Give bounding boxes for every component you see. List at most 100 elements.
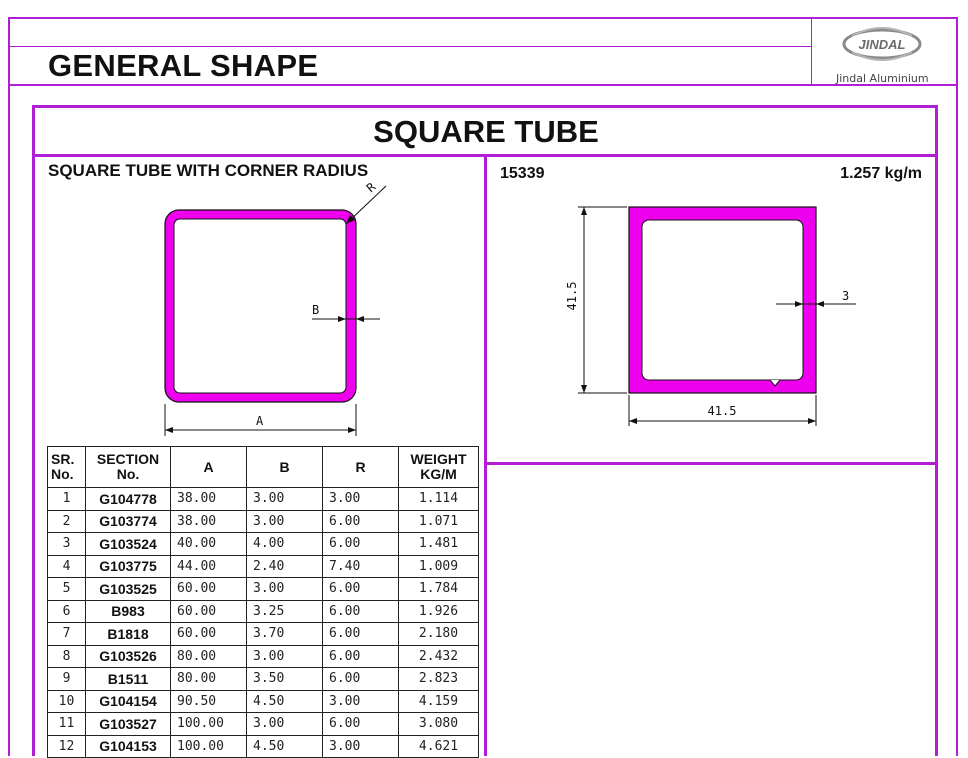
table-row: 1 G104778 38.00 3.00 3.00 1.114 <box>47 487 479 511</box>
table-row: 6 B983 60.00 3.25 6.00 1.926 <box>47 599 479 623</box>
table-cell-w: 2.432 <box>398 644 479 668</box>
table-cell-w: 1.009 <box>398 554 479 578</box>
table-cell-a: 60.00 <box>170 577 247 601</box>
table-cell-r: 6.00 <box>322 667 399 691</box>
table-cell-a: 90.50 <box>170 689 247 713</box>
table-cell-section: G103775 <box>85 554 171 578</box>
table-cell-sr: 1 <box>47 487 86 511</box>
table-cell-section: G103524 <box>85 532 171 556</box>
table-cell-section: B983 <box>85 599 171 623</box>
table-row: 4 G103775 44.00 2.40 7.40 1.009 <box>47 554 479 578</box>
table-cell-section: G104778 <box>85 487 171 511</box>
table-cell-sr: 11 <box>47 712 86 736</box>
table-cell-section: B1511 <box>85 667 171 691</box>
table-cell-w: 1.481 <box>398 532 479 556</box>
col-header-section-line2: No. <box>116 466 140 482</box>
table-cell-section: G103527 <box>85 712 171 736</box>
table-row: 3 G103524 40.00 4.00 6.00 1.481 <box>47 532 479 556</box>
table-cell-r: 6.00 <box>322 622 399 646</box>
table-cell-w: 2.180 <box>398 622 479 646</box>
table-row: 2 G103774 38.00 3.00 6.00 1.071 <box>47 509 479 533</box>
table-cell-sr: 7 <box>47 622 86 646</box>
table-cell-a: 60.00 <box>170 622 247 646</box>
table-cell-r: 3.00 <box>322 487 399 511</box>
table-row: 12 G104153 100.00 4.50 3.00 4.621 <box>47 734 479 758</box>
table-cell-section: G104154 <box>85 689 171 713</box>
col-header-weight-line1: WEIGHT <box>410 451 467 467</box>
table-cell-sr: 8 <box>47 644 86 668</box>
col-header-weight-line2: KG/M <box>420 466 457 482</box>
dim-label-r: R <box>364 179 379 195</box>
table-cell-b: 3.00 <box>246 487 323 511</box>
table-cell-b: 4.00 <box>246 532 323 556</box>
table-row: 11 G103527 100.00 3.00 6.00 3.080 <box>47 712 479 736</box>
table-row: 7 B1818 60.00 3.70 6.00 2.180 <box>47 622 479 646</box>
profile-dim-thickness: 3 <box>842 289 849 303</box>
table-cell-sr: 4 <box>47 554 86 578</box>
table-cell-b: 3.00 <box>246 712 323 736</box>
table-cell-sr: 12 <box>47 734 86 758</box>
table-cell-a: 60.00 <box>170 599 247 623</box>
table-header-row: SR. No. SECTION No. A B R WEIGHT KG/M <box>47 446 479 488</box>
table-cell-a: 40.00 <box>170 532 247 556</box>
table-cell-b: 3.50 <box>246 667 323 691</box>
col-header-r: R <box>322 446 399 488</box>
table-cell-section: G104153 <box>85 734 171 758</box>
table-cell-b: 3.25 <box>246 599 323 623</box>
table-cell-r: 6.00 <box>322 644 399 668</box>
table-cell-w: 1.071 <box>398 509 479 533</box>
col-header-sr: SR. No. <box>47 446 86 488</box>
col-header-sr-line2: No. <box>51 466 74 482</box>
profile-tube-inner <box>641 219 804 381</box>
table-cell-w: 1.926 <box>398 599 479 623</box>
table-cell-section: B1818 <box>85 622 171 646</box>
table-row: 5 G103525 60.00 3.00 6.00 1.784 <box>47 577 479 601</box>
dim-label-b: B <box>312 303 319 317</box>
table-cell-section: G103526 <box>85 644 171 668</box>
generic-tube-inner <box>173 218 347 394</box>
table-cell-r: 3.00 <box>322 689 399 713</box>
dim-label-a: A <box>256 414 264 428</box>
table-cell-sr: 3 <box>47 532 86 556</box>
table-cell-b: 3.00 <box>246 577 323 601</box>
table-cell-sr: 9 <box>47 667 86 691</box>
table-cell-r: 6.00 <box>322 509 399 533</box>
table-cell-sr: 10 <box>47 689 86 713</box>
table-cell-b: 2.40 <box>246 554 323 578</box>
col-header-weight: WEIGHT KG/M <box>398 446 479 488</box>
profile-weight: 1.257 kg/m <box>840 165 922 182</box>
table-cell-a: 100.00 <box>170 712 247 736</box>
table-cell-r: 6.00 <box>322 532 399 556</box>
table-cell-r: 6.00 <box>322 577 399 601</box>
profile-dim-width: 41.5 <box>708 404 737 418</box>
table-cell-b: 4.50 <box>246 689 323 713</box>
table-cell-w: 3.080 <box>398 712 479 736</box>
table-cell-sr: 2 <box>47 509 86 533</box>
table-cell-b: 3.00 <box>246 644 323 668</box>
col-header-a: A <box>170 446 247 488</box>
profile-code: 15339 <box>500 165 545 182</box>
table-cell-a: 44.00 <box>170 554 247 578</box>
table-cell-b: 4.50 <box>246 734 323 758</box>
table-cell-w: 1.114 <box>398 487 479 511</box>
table-row: 9 B1511 80.00 3.50 6.00 2.823 <box>47 667 479 691</box>
table-cell-sr: 5 <box>47 577 86 601</box>
table-cell-a: 100.00 <box>170 734 247 758</box>
table-cell-a: 38.00 <box>170 509 247 533</box>
table-cell-r: 3.00 <box>322 734 399 758</box>
table-cell-section: G103774 <box>85 509 171 533</box>
table-cell-w: 4.621 <box>398 734 479 758</box>
col-header-sr-line1: SR. <box>51 451 75 467</box>
table-row: 10 G104154 90.50 4.50 3.00 4.159 <box>47 689 479 713</box>
table-row: 8 G103526 80.00 3.00 6.00 2.432 <box>47 644 479 668</box>
table-cell-w: 1.784 <box>398 577 479 601</box>
section-specs-table: SR. No. SECTION No. A B R WEIGHT KG/M 1G… <box>47 446 479 758</box>
table-cell-a: 38.00 <box>170 487 247 511</box>
table-cell-b: 3.70 <box>246 622 323 646</box>
col-header-b: B <box>246 446 323 488</box>
table-cell-sr: 6 <box>47 599 86 623</box>
table-cell-a: 80.00 <box>170 667 247 691</box>
table-cell-b: 3.00 <box>246 509 323 533</box>
profile-dim-height: 41.5 <box>565 282 579 311</box>
table-cell-r: 6.00 <box>322 712 399 736</box>
